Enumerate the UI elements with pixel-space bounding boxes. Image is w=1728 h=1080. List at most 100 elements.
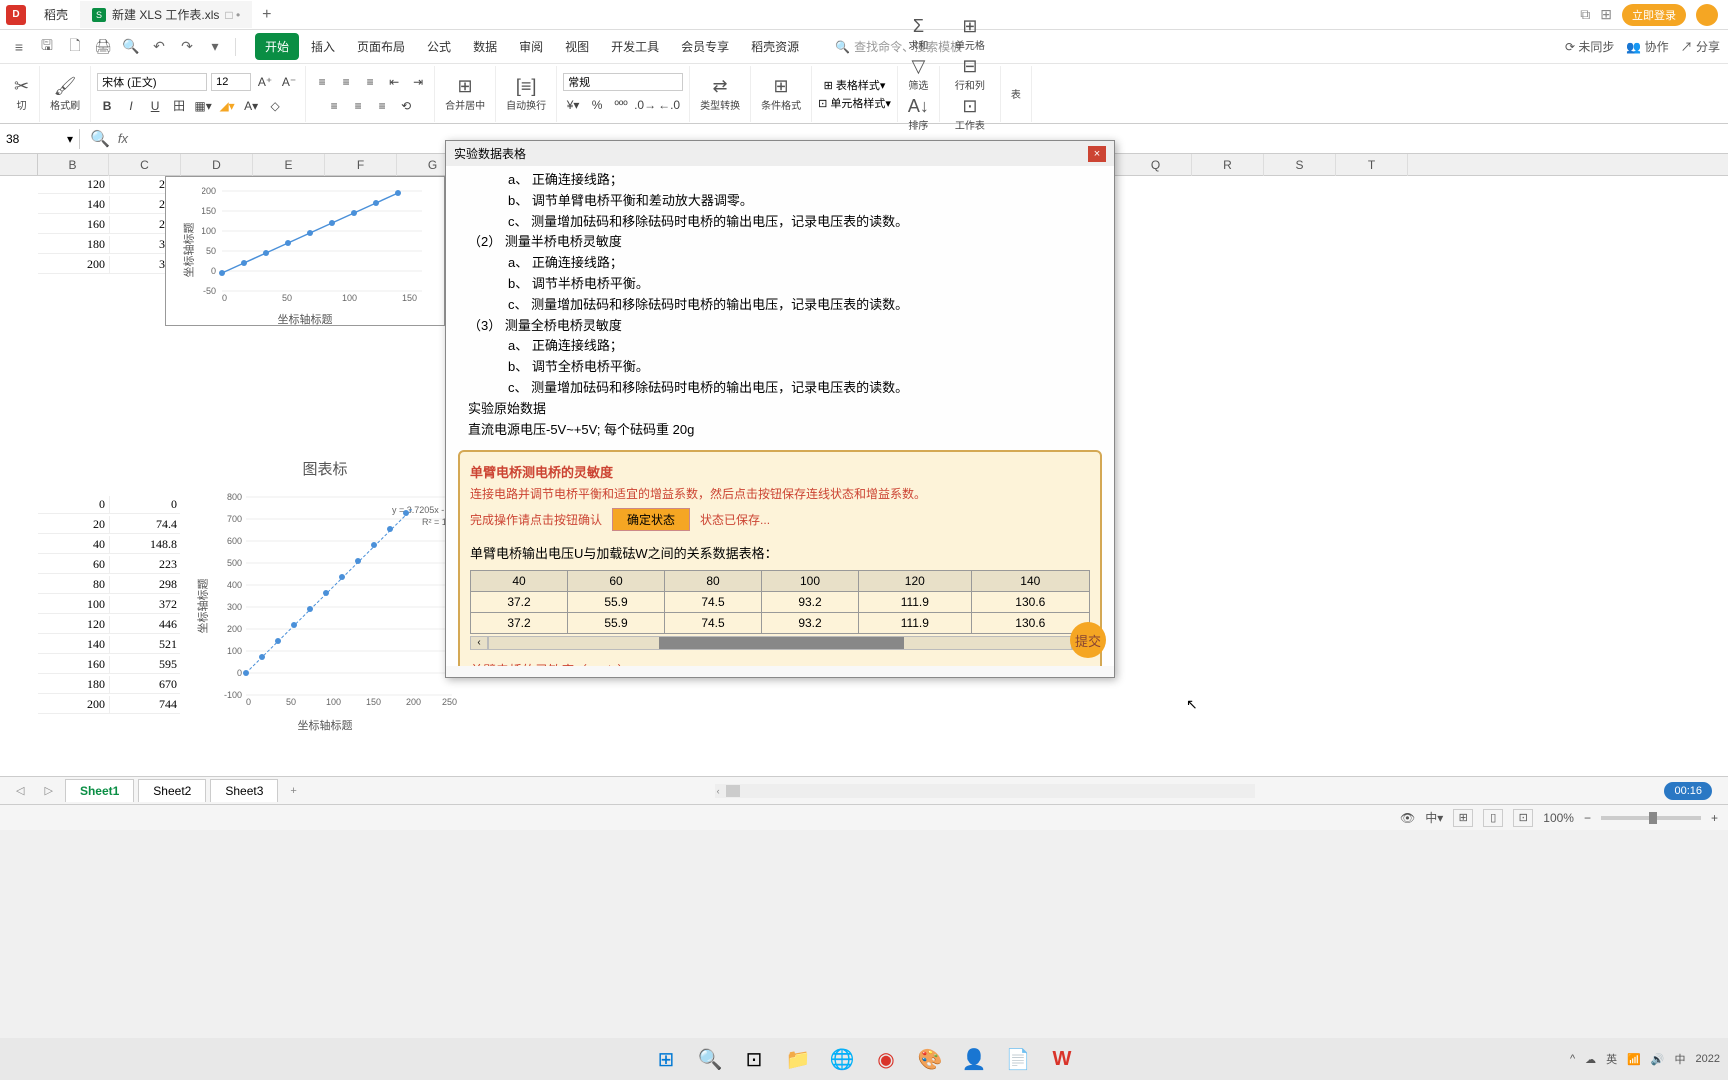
apps-grid-icon[interactable]: ⊞ <box>1600 6 1612 23</box>
data-cell[interactable]: 200 <box>38 696 110 714</box>
wrap-button[interactable]: [≡]自动换行 <box>502 74 550 114</box>
redo-button[interactable]: ↷ <box>176 36 198 58</box>
app-icon-2[interactable]: 🎨 <box>911 1040 949 1078</box>
bold-button[interactable]: B <box>97 96 117 116</box>
zoom-level[interactable]: 100% <box>1543 811 1574 825</box>
chart-1[interactable]: 坐标轴标题 200 150 100 50 0 -50 050100150 坐标轴… <box>165 176 445 326</box>
tray-volume-icon[interactable]: 🔊 <box>1651 1053 1665 1066</box>
data-cell[interactable]: 670 <box>110 676 182 694</box>
app-icon-1[interactable]: ◉ <box>867 1040 905 1078</box>
sheet-tab-3[interactable]: Sheet3 <box>210 779 278 802</box>
undo-button[interactable]: ↶ <box>148 36 170 58</box>
indent-dec-button[interactable]: ⇤ <box>384 72 404 92</box>
strike-button[interactable]: 田 <box>169 96 189 116</box>
underline-button[interactable]: U <box>145 96 165 116</box>
data-cell[interactable]: 744 <box>110 696 182 714</box>
file-tab[interactable]: S 新建 XLS 工作表.xls □ • <box>80 1 252 28</box>
align-right-button[interactable]: ≡ <box>372 96 392 116</box>
tab-insert[interactable]: 插入 <box>301 33 345 60</box>
rowcol-button[interactable]: ⊟行和列 <box>951 54 989 94</box>
eye-icon[interactable]: 👁 <box>1400 811 1415 825</box>
tray-time[interactable]: 2022 <box>1696 1053 1720 1065</box>
col-header[interactable]: R <box>1192 154 1264 176</box>
confirm-state-button[interactable]: 确定状态 <box>612 508 690 531</box>
tab-resources[interactable]: 稻壳资源 <box>741 33 809 60</box>
zoom-slider[interactable] <box>1601 816 1701 820</box>
tray-lang-2[interactable]: 中 <box>1675 1051 1686 1067</box>
scroll-left-button[interactable]: ‹ <box>470 636 488 650</box>
save-as-button[interactable]: 🗋 <box>64 36 86 58</box>
app-tab-home[interactable]: 稻壳 <box>32 1 80 28</box>
clear-format-button[interactable]: ◇ <box>265 96 285 116</box>
preview-button[interactable]: 🔍 <box>120 36 142 58</box>
dec-dec-button[interactable]: ←.0 <box>659 95 679 115</box>
data-cell[interactable]: 180 <box>38 676 110 694</box>
align-bottom-button[interactable]: ≡ <box>360 72 380 92</box>
fx-icon[interactable]: fx <box>118 131 128 146</box>
font-size-select[interactable] <box>211 73 251 91</box>
tab-home[interactable]: 开始 <box>255 33 299 60</box>
data-cell[interactable]: 223 <box>110 556 182 574</box>
col-header[interactable]: D <box>181 154 253 176</box>
font-color-button[interactable]: A▾ <box>241 96 261 116</box>
tray-wifi-icon[interactable]: 📶 <box>1627 1053 1641 1066</box>
currency-button[interactable]: ¥▾ <box>563 95 583 115</box>
data-cell[interactable]: 595 <box>110 656 182 674</box>
merge-button[interactable]: ⊞合并居中 <box>441 74 489 114</box>
tab-review[interactable]: 审阅 <box>509 33 553 60</box>
fill-color-button[interactable]: ◢▾ <box>217 96 237 116</box>
add-sheet-button[interactable]: + <box>282 781 304 801</box>
type-convert-button[interactable]: ⇄类型转换 <box>696 74 744 114</box>
font-select[interactable] <box>97 73 207 91</box>
decrease-font-button[interactable]: A⁻ <box>279 72 299 92</box>
tab-member[interactable]: 会员专享 <box>671 33 739 60</box>
align-middle-button[interactable]: ≡ <box>336 72 356 92</box>
col-header[interactable]: B <box>37 154 109 176</box>
save-button[interactable]: 🖫 <box>36 36 58 58</box>
table-style-button[interactable]: ⊞ 表格样式▾ <box>824 77 886 93</box>
increase-font-button[interactable]: A⁺ <box>255 72 275 92</box>
data-cell[interactable]: 20 <box>38 516 110 534</box>
worksheet-button[interactable]: ⊡工作表 <box>951 94 989 134</box>
tab-layout[interactable]: 页面布局 <box>347 33 415 60</box>
tray-onedrive-icon[interactable]: ☁ <box>1585 1053 1596 1066</box>
indent-inc-button[interactable]: ⇥ <box>408 72 428 92</box>
format-painter-button[interactable]: 🖌格式刷 <box>46 74 84 114</box>
tab-devtools[interactable]: 开发工具 <box>601 33 669 60</box>
data-cell[interactable]: 80 <box>38 576 110 594</box>
cell-style-button[interactable]: ⊡ 单元格样式▾ <box>818 95 891 111</box>
data-cell[interactable]: 446 <box>110 616 182 634</box>
share-button[interactable]: ↗ 分享 <box>1681 38 1720 55</box>
data-cell[interactable]: 148.8 <box>110 536 182 554</box>
data-cell[interactable]: 140 <box>38 196 110 214</box>
col-header[interactable]: C <box>109 154 181 176</box>
menu-button[interactable]: ≡ <box>8 36 30 58</box>
data-cell[interactable]: 120 <box>38 616 110 634</box>
data-cell[interactable]: 180 <box>38 236 110 254</box>
col-header[interactable]: F <box>325 154 397 176</box>
sheet-nav-next[interactable]: ▷ <box>36 780 60 801</box>
dropdown-icon[interactable]: ▾ <box>204 36 226 58</box>
tray-chevron-icon[interactable]: ^ <box>1570 1053 1575 1065</box>
view-normal-button[interactable]: ⊞ <box>1453 809 1473 827</box>
app-icon-4[interactable]: 📄 <box>999 1040 1037 1078</box>
chinese-icon[interactable]: 中▾ <box>1425 809 1443 826</box>
filter-button[interactable]: ▽筛选 <box>904 54 932 94</box>
cell-button[interactable]: ⊞单元格 <box>951 14 989 54</box>
chart-2[interactable]: 图表标 坐标轴标题 800 700 600 500 400 300 200 10… <box>180 454 470 734</box>
zoom-out-button[interactable]: − <box>1584 811 1591 825</box>
data-cell[interactable]: 160 <box>38 216 110 234</box>
data-cell[interactable]: 521 <box>110 636 182 654</box>
cut-button[interactable]: ✂切 <box>10 74 33 114</box>
sync-status[interactable]: ⟳ 未同步 <box>1565 38 1614 55</box>
col-header[interactable]: T <box>1336 154 1408 176</box>
submit-help-button[interactable]: 提交 <box>1070 622 1106 658</box>
tab-view[interactable]: 视图 <box>555 33 599 60</box>
start-button[interactable]: ⊞ <box>647 1040 685 1078</box>
data-cell[interactable]: 200 <box>38 256 110 274</box>
align-left-button[interactable]: ≡ <box>324 96 344 116</box>
percent-button[interactable]: % <box>587 95 607 115</box>
dec-inc-button[interactable]: .0→ <box>635 95 655 115</box>
data-cell[interactable]: 0 <box>38 496 110 514</box>
table-hscroll[interactable]: ‹ › <box>470 636 1090 650</box>
